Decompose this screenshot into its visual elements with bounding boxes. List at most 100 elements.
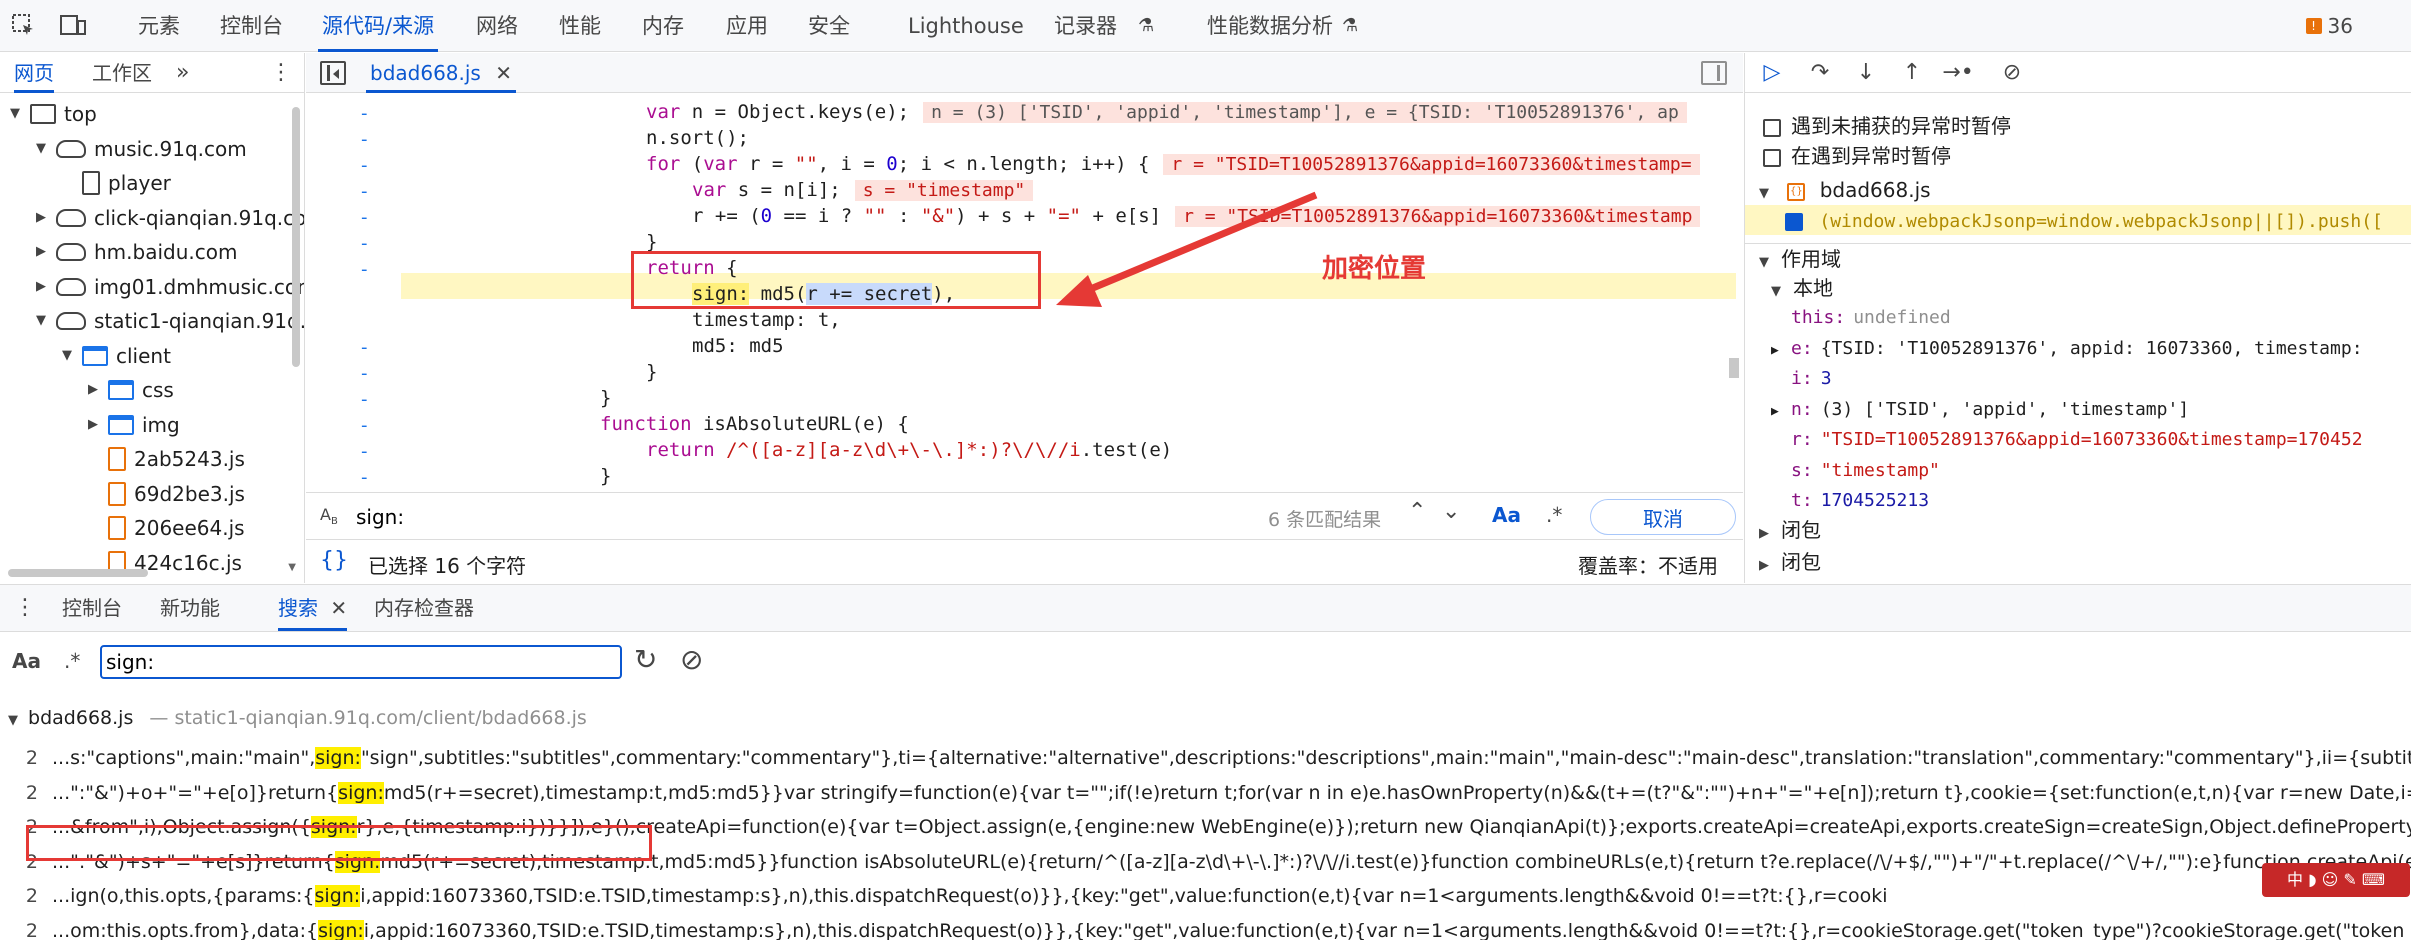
expanded-triangle-icon[interactable]: ▼ — [8, 97, 22, 131]
tree-item[interactable]: 206ee64.js — [86, 511, 245, 545]
next-match-icon[interactable]: ⌄ — [1442, 499, 1460, 524]
step-icon[interactable]: →• — [1941, 57, 1975, 89]
find-input[interactable] — [356, 501, 1236, 533]
tab-elements[interactable]: 元素 — [134, 0, 184, 52]
search-result-row[interactable]: 2 ...ign(o,this.opts,{params:{sign:i,appi… — [0, 879, 2411, 913]
scope-variable[interactable]: s: "timestamp" — [1757, 456, 1940, 486]
code-line[interactable]: } — [406, 385, 611, 411]
breakpoint-entry[interactable]: (window.webpackJsonp=window.webpackJsonp… — [1745, 205, 2411, 235]
collapsed-triangle-icon[interactable]: ▶ — [1771, 336, 1785, 366]
collapsed-triangle-icon[interactable]: ▶ — [1771, 397, 1785, 427]
collapsed-triangle-icon[interactable]: ▶ — [34, 235, 48, 269]
previous-match-icon[interactable]: ⌃ — [1408, 499, 1426, 524]
tree-item[interactable]: ▼ static1-qianqian.91q.com — [34, 304, 304, 338]
line-gutter[interactable]: - - - - - - - - - - - - - - — [306, 95, 401, 495]
expanded-triangle-icon[interactable]: ▼ — [8, 704, 22, 735]
collapsed-triangle-icon[interactable]: ▶ — [34, 270, 48, 304]
code-line[interactable]: md5: md5 — [406, 333, 784, 359]
tab-memory[interactable]: 内存 — [638, 0, 688, 52]
scope-variable[interactable]: r: "TSID=T10052891376&appid=16073360&time… — [1757, 425, 2363, 455]
global-search-input[interactable] — [100, 645, 622, 679]
tab-performance[interactable]: 性能 — [555, 0, 605, 52]
tree-item[interactable]: ▼ client — [60, 339, 171, 373]
clear-icon[interactable]: ⊘ — [680, 643, 703, 676]
cancel-button[interactable]: 取消 — [1590, 499, 1736, 535]
resume-icon[interactable]: ▷ — [1755, 57, 1789, 89]
deactivate-breakpoints-icon[interactable]: ⊘ — [1995, 57, 2029, 89]
issues-counter[interactable]: ! 36 — [2305, 14, 2353, 38]
collapsed-triangle-icon[interactable]: ▶ — [86, 408, 100, 442]
scope-variable[interactable]: t: 1704525213 — [1757, 486, 1929, 516]
tab-performance-insights[interactable]: 性能数据分析 — [1203, 0, 1337, 52]
tab-lighthouse[interactable]: Lighthouse — [904, 0, 1028, 52]
code-line[interactable]: var s = n[i]; s = "timestamp" — [406, 177, 1034, 203]
scope-header[interactable]: ▼ 作用域 — [1745, 243, 2411, 273]
tab-workspace[interactable]: 工作区 — [92, 53, 152, 93]
regex-button[interactable]: .* — [1546, 503, 1562, 527]
scope-variable[interactable]: this: undefined — [1757, 303, 1951, 333]
drawer-tab-memory-inspector[interactable]: 内存检查器 — [374, 585, 474, 631]
checkbox[interactable] — [1763, 148, 1781, 167]
code-line[interactable]: for (var r = "", i = 0; i < n.length; i+… — [406, 151, 1700, 177]
match-case-button[interactable]: Aa — [12, 649, 41, 673]
tree-item[interactable]: ▶ hm.baidu.com — [34, 235, 237, 269]
drawer-tab-whats-new[interactable]: 新功能 — [160, 585, 220, 631]
collapsed-triangle-icon[interactable]: ▶ — [1759, 551, 1773, 581]
breakpoint-checkbox[interactable] — [1785, 212, 1803, 231]
expanded-triangle-icon[interactable]: ▼ — [34, 304, 48, 338]
code-line[interactable]: var n = Object.keys(e); n = (3) ['TSID', … — [406, 99, 1687, 125]
device-toolbar-icon[interactable] — [56, 8, 90, 42]
tree-item[interactable]: 2ab5243.js — [86, 442, 245, 476]
code-line[interactable]: n.sort(); — [406, 125, 749, 151]
collapsed-triangle-icon[interactable]: ▶ — [34, 201, 48, 235]
toggle-navigator-icon[interactable] — [320, 61, 346, 85]
step-out-icon[interactable]: ↑ — [1895, 57, 1929, 89]
editor-scrollbar[interactable] — [1729, 358, 1739, 378]
tree-item[interactable]: ▶ css — [86, 373, 174, 407]
code-line[interactable]: } — [406, 359, 657, 385]
local-scope-header[interactable]: ▼ 本地 — [1757, 273, 1833, 303]
tree-item[interactable]: ▼ music.91q.com — [34, 132, 247, 166]
tree-item[interactable]: 69d2be3.js — [86, 477, 245, 511]
pretty-print-icon[interactable]: {} — [320, 548, 348, 573]
tab-application[interactable]: 应用 — [722, 0, 772, 52]
more-tabs-icon[interactable]: » — [176, 53, 189, 93]
code-line[interactable]: return /^([a-z][a-z\d\+\-\.]*:)?\/\//i.t… — [406, 437, 1172, 463]
tab-page[interactable]: 网页 — [14, 53, 54, 93]
step-over-icon[interactable]: ↷ — [1803, 57, 1837, 89]
expanded-triangle-icon[interactable]: ▼ — [34, 132, 48, 166]
search-result-row[interactable]: 2 ...om:this.opts.from},data:{sign:i,appi… — [0, 914, 2411, 940]
tab-network[interactable]: 网络 — [472, 0, 522, 52]
more-options-icon[interactable]: ⋮ — [270, 53, 292, 93]
scope-variable[interactable]: ▶ e: {TSID: 'T10052891376', appid: 1607336… — [1757, 334, 2363, 364]
closure-scope[interactable]: ▶ 闭包 — [1745, 515, 1821, 545]
collapsed-triangle-icon[interactable]: ▶ — [86, 373, 100, 407]
pause-caught-option[interactable]: 在遇到异常时暂停 — [1745, 141, 1951, 171]
code-line[interactable]: function isAbsoluteURL(e) { — [406, 411, 909, 437]
file-tab-bdad668[interactable]: bdad668.js ✕ — [366, 53, 516, 93]
tree-item[interactable]: ▶ img — [86, 408, 180, 442]
match-case-button[interactable]: Aa — [1492, 503, 1521, 527]
checkbox[interactable] — [1763, 118, 1781, 137]
scope-variable[interactable]: ▶ n: (3) ['TSID', 'appid', 'timestamp'] — [1757, 395, 2189, 425]
tree-item[interactable]: ▶ click-qianqian.91q.com — [34, 201, 304, 235]
inspect-element-icon[interactable] — [6, 8, 40, 42]
navigator-hscrollbar[interactable] — [8, 569, 148, 577]
tree-item[interactable]: player — [60, 166, 171, 200]
toggle-debugger-icon[interactable] — [1701, 61, 1727, 85]
close-tab-icon[interactable]: ✕ — [495, 61, 512, 85]
drawer-tab-console[interactable]: 控制台 — [62, 585, 122, 631]
tab-recorder[interactable]: 记录器 — [1050, 0, 1121, 52]
drawer-tab-search[interactable]: 搜索 ✕ — [278, 585, 348, 631]
tab-console[interactable]: 控制台 — [216, 0, 287, 52]
result-file-header[interactable]: ▼ bdad668.js — static1-qianqian.91q.com/… — [0, 701, 2411, 735]
tab-sources[interactable]: 源代码/来源 — [318, 0, 439, 52]
close-tab-icon[interactable]: ✕ — [330, 596, 347, 620]
collapsed-triangle-icon[interactable]: ▶ — [1759, 519, 1773, 549]
search-result-row[interactable]: 2 ...":"&")+o+"="+e[o]}return{sign:md5(r+… — [0, 776, 2411, 810]
closure-scope[interactable]: ▶ 闭包 — [1745, 547, 1821, 577]
tab-security[interactable]: 安全 — [804, 0, 854, 52]
code-line[interactable]: } — [406, 463, 611, 489]
pause-uncaught-option[interactable]: 遇到未捕获的异常时暂停 — [1745, 111, 2011, 141]
tree-item[interactable]: ▼ top — [8, 97, 97, 131]
